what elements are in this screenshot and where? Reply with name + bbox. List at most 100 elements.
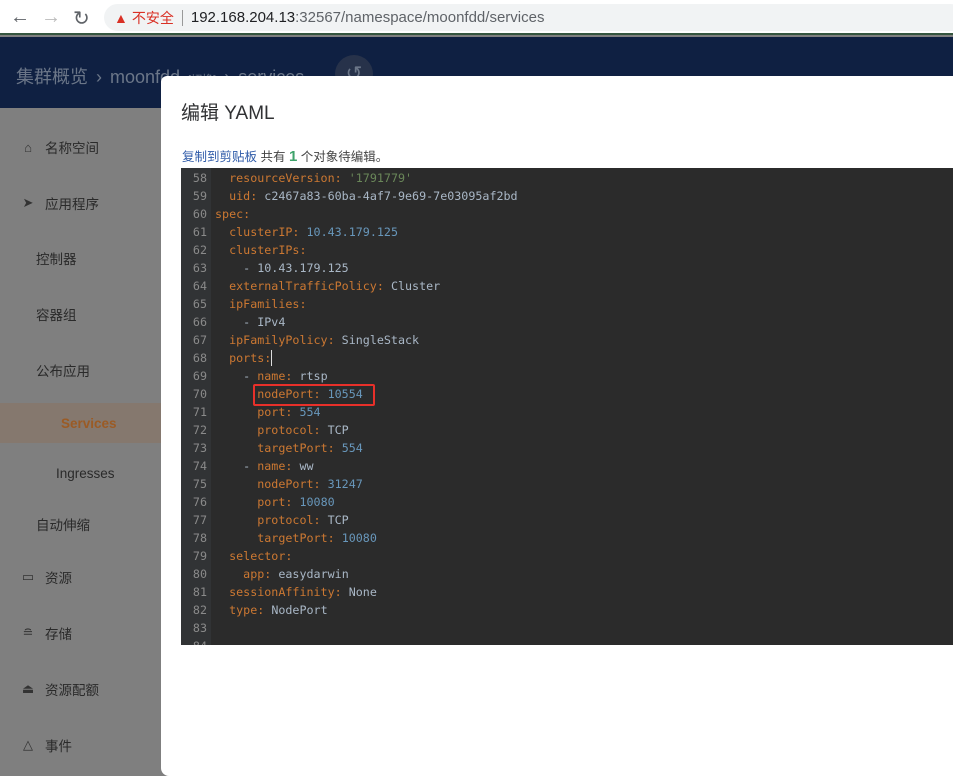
sidebar-item-label: 资源 — [45, 571, 72, 586]
line-number: 71 — [192, 405, 207, 419]
line-number: 67 — [192, 333, 207, 347]
code-token: selector — [229, 549, 286, 563]
code-line: 74 - name: ww — [181, 457, 953, 475]
code-token: : — [313, 513, 328, 527]
code-line: 82 type: NodePort — [181, 601, 953, 619]
sidebar: ⌂ 名称空间 ➤ 应用程序控制器容器组公布应用 Services Ingresses 自动伸… — [0, 108, 161, 763]
code-token: - — [215, 459, 258, 473]
code-token: protocol — [257, 423, 314, 437]
code-line: 62 clusterIPs: — [181, 241, 953, 259]
sidebar-item[interactable]: ≘ 存储 — [0, 623, 161, 643]
url-path: :32567/namespace/moonfdd/services — [295, 9, 545, 26]
code-token: 554 — [341, 441, 363, 455]
code-token: : — [285, 495, 300, 509]
sidebar-item[interactable]: ⌂ 名称空间 — [0, 137, 161, 157]
code-line: 80 app: easydarwin — [181, 565, 953, 583]
code-token: : — [264, 351, 272, 365]
line-number: 73 — [192, 441, 207, 455]
code-token: SingleStack — [341, 333, 420, 347]
code-token: 10.43.179.125 — [306, 225, 398, 239]
code-token: resourceVersion — [229, 171, 335, 185]
reload-icon[interactable]: ↻ — [73, 6, 90, 31]
code-line: 77 protocol: TCP — [181, 511, 953, 529]
sidebar-item[interactable]: 控制器 — [0, 248, 161, 268]
sidebar-item[interactable]: ➤ 应用程序 — [0, 193, 161, 213]
warning-icon: ▲ — [114, 9, 128, 26]
paper-plane-icon: ➤ — [22, 195, 34, 210]
code-token: nodePort — [257, 477, 314, 491]
code-line: 81 sessionAffinity: None — [181, 583, 953, 601]
crumb-cluster[interactable]: 集群概览 — [16, 63, 88, 89]
code-line: 66 - IPv4 — [181, 313, 953, 331]
code-line: 68 ports: — [181, 349, 953, 367]
code-token: rtsp — [299, 369, 328, 383]
code-token: : — [250, 189, 265, 203]
address-bar[interactable]: ▲ 不安全 192.168.204.13:32567/namespace/moo… — [104, 4, 953, 31]
sidebar-item-label: Services — [61, 415, 117, 431]
code-token: : — [257, 603, 272, 617]
sidebar-item-label: 名称空间 — [45, 141, 99, 156]
code-token: spec — [215, 207, 244, 221]
copy-to-clipboard-link[interactable]: 复制到剪贴板 — [182, 150, 257, 164]
chevron-right-icon: › — [96, 67, 102, 87]
yaml-editor[interactable]: 58 resourceVersion: '1791779' 59 uid: c24… — [181, 168, 953, 645]
edit-info: 复制到剪贴板 共有 1 个对象待编辑。 — [182, 146, 388, 165]
code-token: : — [285, 405, 300, 419]
forward-icon[interactable]: → — [41, 6, 61, 29]
sidebar-item-label: 资源配额 — [45, 683, 99, 698]
code-line: 76 port: 10080 — [181, 493, 953, 511]
line-number: 75 — [192, 477, 207, 491]
code-token: : — [299, 297, 307, 311]
sidebar-item[interactable]: ⏏ 资源配额 — [0, 679, 161, 699]
line-number: 60 — [192, 207, 207, 221]
line-number: 81 — [192, 585, 207, 599]
line-number: 58 — [192, 171, 207, 185]
line-number: 84 — [181, 637, 207, 645]
sidebar-item[interactable]: 容器组 — [0, 304, 161, 324]
bell-outline-icon: △ — [23, 737, 33, 752]
sidebar-item[interactable]: 自动伸缩 — [0, 514, 161, 534]
line-number: 74 — [192, 459, 207, 473]
code-token: ipFamilies — [229, 297, 300, 311]
sidebar-item[interactable]: Services — [0, 403, 161, 443]
code-token: : — [292, 225, 307, 239]
code-token: clusterIP — [229, 225, 293, 239]
code-token: None — [348, 585, 377, 599]
sidebar-item[interactable]: 公布应用 — [0, 360, 161, 380]
sidebar-item-label: 应用程序 — [45, 197, 99, 212]
code-line: 73 targetPort: 554 — [181, 439, 953, 457]
code-token: : — [285, 369, 300, 383]
code-token: : — [285, 549, 293, 563]
sidebar-item-label: 存储 — [45, 627, 72, 642]
code-token: name — [257, 369, 286, 383]
code-token: : — [243, 207, 251, 221]
security-warning[interactable]: 不安全 — [132, 8, 174, 28]
sidebar-item[interactable]: ▭ 资源 — [0, 567, 161, 587]
code-token: targetPort — [257, 531, 328, 545]
sidebar-item[interactable]: Ingresses — [0, 463, 161, 483]
code-line: 70 nodePort: 10554 — [181, 385, 953, 403]
back-icon[interactable]: ← — [10, 6, 30, 29]
code-token: - IPv4 — [215, 315, 286, 329]
home-icon: ⌂ — [24, 139, 32, 155]
line-number: 63 — [192, 261, 207, 275]
code-line: 75 nodePort: 31247 — [181, 475, 953, 493]
code-token: : — [299, 243, 307, 257]
browser-toolbar: ← → ↻ ▲ 不安全 192.168.204.13:32567/namespa… — [0, 0, 953, 35]
code-line: 78 targetPort: 10080 — [181, 529, 953, 547]
code-token: 10554 — [327, 387, 363, 401]
code-token: port — [257, 405, 286, 419]
code-line: 72 protocol: TCP — [181, 421, 953, 439]
code-token: easydarwin — [278, 567, 349, 581]
sidebar-item[interactable]: △ 事件 — [0, 735, 161, 755]
code-token: - — [215, 369, 258, 383]
sidebar-item-label: 公布应用 — [36, 364, 90, 379]
